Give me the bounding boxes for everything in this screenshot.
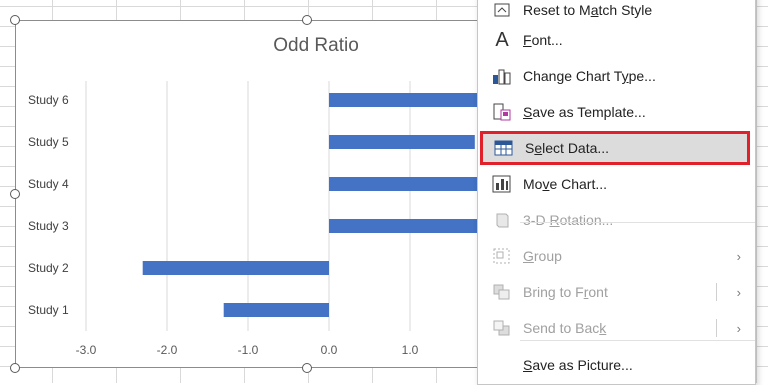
font-icon: A <box>495 28 509 51</box>
chart-context-menu: Reset to Match Style A Font... Change Chart… <box>477 0 756 385</box>
bring-to-front-icon <box>492 283 512 301</box>
x-tick-label: 0.0 <box>321 343 338 357</box>
menu-item-label: Group <box>523 248 562 264</box>
y-category-label: Study 1 <box>28 303 69 317</box>
split-separator <box>716 319 717 337</box>
bar-study-5 <box>329 135 475 149</box>
send-to-back-icon <box>492 319 512 337</box>
select-data-icon <box>494 139 514 157</box>
chart-resize-handle-bottom-middle[interactable] <box>302 363 312 373</box>
menu-item-label: Send to Back <box>523 320 607 336</box>
y-category-label: Study 2 <box>28 261 69 275</box>
rotation-3d-icon <box>492 211 512 229</box>
x-tick-label: -3.0 <box>76 343 97 357</box>
chart-resize-handle-bottom-left[interactable] <box>10 363 20 373</box>
bar-study-1 <box>223 303 329 317</box>
menu-item-select-data[interactable]: Select Data... <box>480 131 750 165</box>
x-tick-label: -1.0 <box>238 343 259 357</box>
menu-item-label: Font... <box>523 32 563 48</box>
move-chart-icon <box>492 175 512 193</box>
chart-resize-handle-top-left[interactable] <box>10 15 20 25</box>
y-category-label: Study 6 <box>28 93 69 107</box>
menu-item-3-d-rotation[interactable]: 3-D Rotation... <box>478 203 755 237</box>
menu-item-change-chart-type[interactable]: Change Chart Type... <box>478 59 755 93</box>
bar-study-6 <box>329 93 491 107</box>
chart-resize-handle-middle-left[interactable] <box>10 189 20 199</box>
bar-study-4 <box>329 177 491 191</box>
group-icon <box>492 247 512 265</box>
bar-study-3 <box>329 219 491 233</box>
save-picture-icon <box>492 356 512 374</box>
change-chart-type-icon <box>492 67 512 85</box>
chart-resize-handle-top-middle[interactable] <box>302 15 312 25</box>
menu-separator <box>520 340 755 341</box>
menu-item-label: Select Data... <box>525 140 610 156</box>
x-tick-label: 1.0 <box>402 343 419 357</box>
menu-item-bring-to-front[interactable]: Bring to Front › <box>478 275 755 309</box>
bar-study-2 <box>142 261 329 275</box>
x-tick-label: -2.0 <box>157 343 178 357</box>
y-category-label: Study 5 <box>28 135 69 149</box>
save-template-icon <box>492 103 512 121</box>
chevron-right-icon[interactable]: › <box>737 249 741 264</box>
y-category-label: Study 3 <box>28 219 69 233</box>
menu-item-save-as-template[interactable]: Save as Template... <box>478 95 755 129</box>
menu-item-group[interactable]: Group › <box>478 239 755 273</box>
menu-item-label: Change Chart Type... <box>523 68 656 84</box>
menu-item-label: Reset to Match Style <box>523 2 653 18</box>
menu-item-label: Move Chart... <box>523 176 608 192</box>
chevron-right-icon[interactable]: › <box>737 321 741 336</box>
menu-item-label: Save as Template... <box>523 104 646 120</box>
menu-item-font[interactable]: A Font... <box>478 23 755 57</box>
menu-item-label: 3-D Rotation... <box>523 212 614 228</box>
menu-item-label: Save as Picture... <box>523 357 633 373</box>
menu-separator <box>520 222 755 223</box>
menu-item-label: Bring to Front <box>523 284 608 300</box>
y-category-label: Study 4 <box>28 177 69 191</box>
reset-style-icon <box>492 1 512 19</box>
split-separator <box>716 283 717 301</box>
chevron-right-icon[interactable]: › <box>737 285 741 300</box>
menu-item-save-as-picture[interactable]: Save as Picture... <box>478 348 755 382</box>
menu-item-move-chart[interactable]: Move Chart... <box>478 167 755 201</box>
